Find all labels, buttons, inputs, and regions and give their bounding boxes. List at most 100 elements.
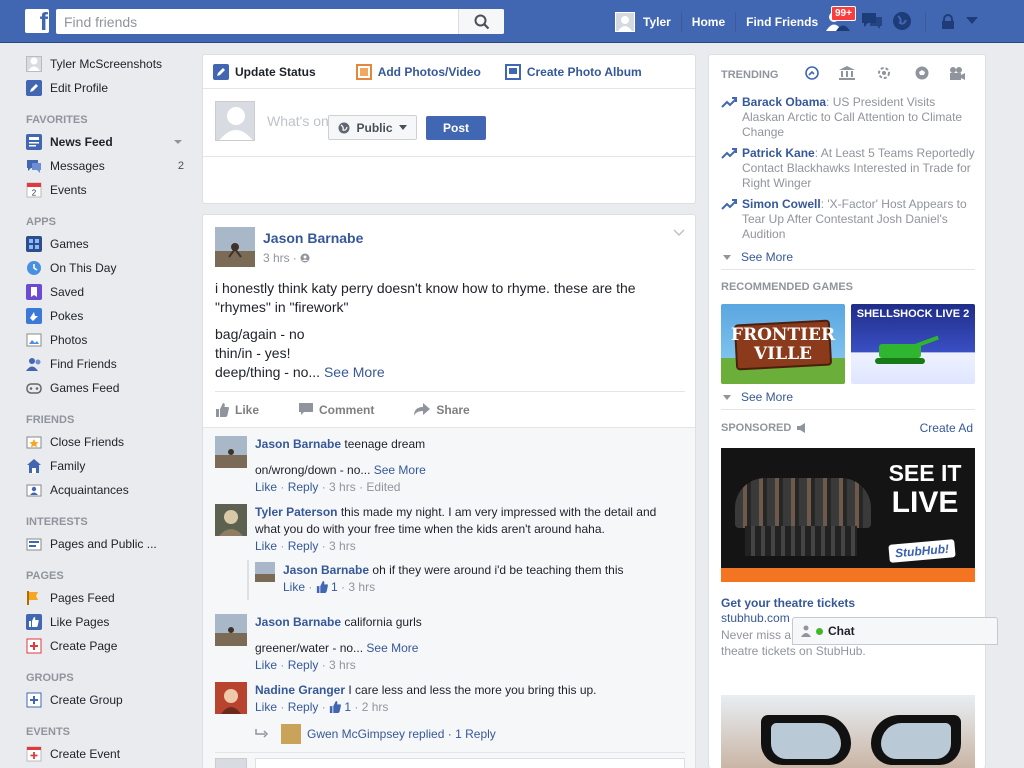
comment-author[interactable]: Jason Barnabe <box>255 615 341 629</box>
trending-item[interactable]: Barack Obama: US President Visits Alaska… <box>721 95 977 140</box>
comment-like-link[interactable]: Like <box>255 658 277 672</box>
reply-count[interactable]: 1 Reply <box>455 727 496 741</box>
profile-item[interactable]: Tyler McScreenshots <box>26 52 188 76</box>
view-replies-link[interactable]: Gwen McGimpsey replied · 1 Reply <box>255 724 496 744</box>
sidebar-item-games[interactable]: Games <box>26 232 188 256</box>
chevron-down-icon[interactable] <box>174 140 182 144</box>
trending-top-icon[interactable] <box>805 66 819 80</box>
edited-label[interactable]: Edited <box>366 480 400 494</box>
trending-see-more[interactable]: See More <box>723 250 793 264</box>
sidebar-item-close-friends[interactable]: Close Friends <box>26 430 188 454</box>
trending-name[interactable]: Simon Cowell <box>742 197 821 211</box>
comment-like-link[interactable]: Like <box>283 580 305 594</box>
facebook-logo-icon[interactable]: f <box>25 9 49 33</box>
ad-domain[interactable]: stubhub.com <box>721 611 790 625</box>
audience-selector-button[interactable]: Public <box>328 115 417 140</box>
sidebar-item-create-group[interactable]: Create Group <box>26 688 188 712</box>
sidebar-item-pages-and-public[interactable]: Pages and Public ... <box>26 532 188 556</box>
comment-like-link[interactable]: Like <box>255 700 277 714</box>
commenter-avatar[interactable] <box>215 614 247 646</box>
write-comment-input[interactable]: Write a comment... <box>255 758 685 768</box>
sidebar-item-create-page[interactable]: Create Page <box>26 634 188 658</box>
trending-item[interactable]: Simon Cowell: 'X-Factor' Host Appears to… <box>721 197 977 242</box>
tab-add-photos[interactable]: Add Photos/Video <box>355 63 481 80</box>
comment-time[interactable]: 2 hrs <box>362 700 389 714</box>
sidebar-item-games-feed[interactable]: Games Feed <box>26 376 188 400</box>
comment-like-link[interactable]: Like <box>255 539 277 553</box>
trending-name[interactable]: Patrick Kane <box>742 146 815 160</box>
games-see-more[interactable]: See More <box>723 390 793 404</box>
sidebar-item-like-pages[interactable]: Like Pages <box>26 610 188 634</box>
game-tile-frontierville[interactable]: FRONTIER VILLE <box>721 304 845 384</box>
create-ad-link[interactable]: Create Ad <box>920 421 973 435</box>
ad-image[interactable]: SEE IT LIVE StubHub! <box>721 448 975 582</box>
comment-reply-link[interactable]: Reply <box>288 658 319 672</box>
privacy-lock-icon[interactable] <box>940 14 956 30</box>
trending-item[interactable]: Patrick Kane: At Least 5 Teams Reportedl… <box>721 146 977 191</box>
comment-reply-link[interactable]: Reply <box>288 480 319 494</box>
comment-reply-link[interactable]: Reply <box>288 700 319 714</box>
post-author-name[interactable]: Jason Barnabe <box>263 230 363 246</box>
globe-notifications-icon[interactable] <box>892 11 912 31</box>
post-button[interactable]: Post <box>426 116 486 140</box>
search-button[interactable] <box>458 9 504 34</box>
messages-icon[interactable] <box>860 11 884 31</box>
tab-update-status[interactable]: Update Status <box>213 63 316 80</box>
settings-dropdown-icon[interactable] <box>966 17 978 25</box>
ad-title[interactable]: Get your theatre tickets <box>721 596 855 610</box>
search-input[interactable]: Find friends <box>56 14 458 30</box>
chat-bar[interactable]: Chat <box>792 617 998 645</box>
sidebar-item-messages[interactable]: Messages 2 <box>26 154 188 178</box>
entertainment-icon[interactable] <box>949 66 965 80</box>
sidebar-item-saved[interactable]: Saved <box>26 280 188 304</box>
sidebar-item-on-this-day[interactable]: On This Day <box>26 256 188 280</box>
sports-icon[interactable] <box>915 66 929 80</box>
comment-author[interactable]: Tyler Paterson <box>255 505 337 519</box>
sidebar-item-photos[interactable]: Photos <box>26 328 188 352</box>
comment-author[interactable]: Jason Barnabe <box>255 437 341 451</box>
comment-author[interactable]: Jason Barnabe <box>283 563 369 577</box>
find-friends-link[interactable]: Find Friends <box>736 0 828 43</box>
like-count[interactable]: 1 <box>344 700 351 714</box>
politics-icon[interactable] <box>839 66 855 80</box>
sidebar-item-create-event[interactable]: Create Event <box>26 742 188 766</box>
ad-image-glasses[interactable] <box>721 695 975 768</box>
commenter-avatar[interactable] <box>215 436 247 468</box>
home-link[interactable]: Home <box>682 0 735 43</box>
comment-author[interactable]: Nadine Granger <box>255 683 345 697</box>
see-more-link[interactable]: See More <box>374 463 426 477</box>
sidebar-item-pokes[interactable]: Pokes <box>26 304 188 328</box>
comment-like-link[interactable]: Like <box>255 480 277 494</box>
profile-link[interactable]: Tyler <box>605 0 681 43</box>
commenter-avatar[interactable] <box>255 562 275 582</box>
like-count[interactable]: 1 <box>331 580 338 594</box>
sidebar-item-pages-feed[interactable]: Pages Feed <box>26 586 188 610</box>
trending-name[interactable]: Barack Obama <box>742 95 826 109</box>
replier-name[interactable]: Gwen McGimpsey <box>307 727 405 741</box>
sidebar-item-acquaintances[interactable]: Acquaintances <box>26 478 188 502</box>
sidebar-item-events[interactable]: 2 Events <box>26 178 188 202</box>
like-button[interactable]: Like <box>215 402 259 417</box>
edit-profile-item[interactable]: Edit Profile <box>26 76 188 100</box>
search-bar[interactable]: Find friends <box>56 9 504 34</box>
sidebar-item-news-feed[interactable]: News Feed <box>26 130 188 154</box>
comment-time[interactable]: 3 hrs <box>329 658 356 672</box>
comment-button[interactable]: Comment <box>299 403 374 417</box>
share-button[interactable]: Share <box>414 403 470 417</box>
see-more-link[interactable]: See More <box>324 364 385 380</box>
game-tile-shellshock[interactable]: SHELLSHOCK LIVE 2 <box>851 304 975 384</box>
post-timestamp[interactable]: 3 hrs · <box>263 251 310 265</box>
science-icon[interactable] <box>877 66 891 80</box>
sidebar-item-family[interactable]: Family <box>26 454 188 478</box>
post-options-chevron-icon[interactable] <box>673 229 685 237</box>
comment-reply-link[interactable]: Reply <box>288 539 319 553</box>
see-more-link[interactable]: See More <box>366 641 418 655</box>
sidebar-item-find-friends[interactable]: Find Friends <box>26 352 188 376</box>
author-avatar[interactable] <box>215 227 255 267</box>
tab-create-album[interactable]: Create Photo Album <box>504 63 642 80</box>
comment-time[interactable]: 3 hrs <box>329 539 356 553</box>
commenter-avatar[interactable] <box>215 504 247 536</box>
commenter-avatar[interactable] <box>215 682 247 714</box>
comment-time[interactable]: 3 hrs <box>329 480 356 494</box>
comment-time[interactable]: 3 hrs <box>348 580 375 594</box>
